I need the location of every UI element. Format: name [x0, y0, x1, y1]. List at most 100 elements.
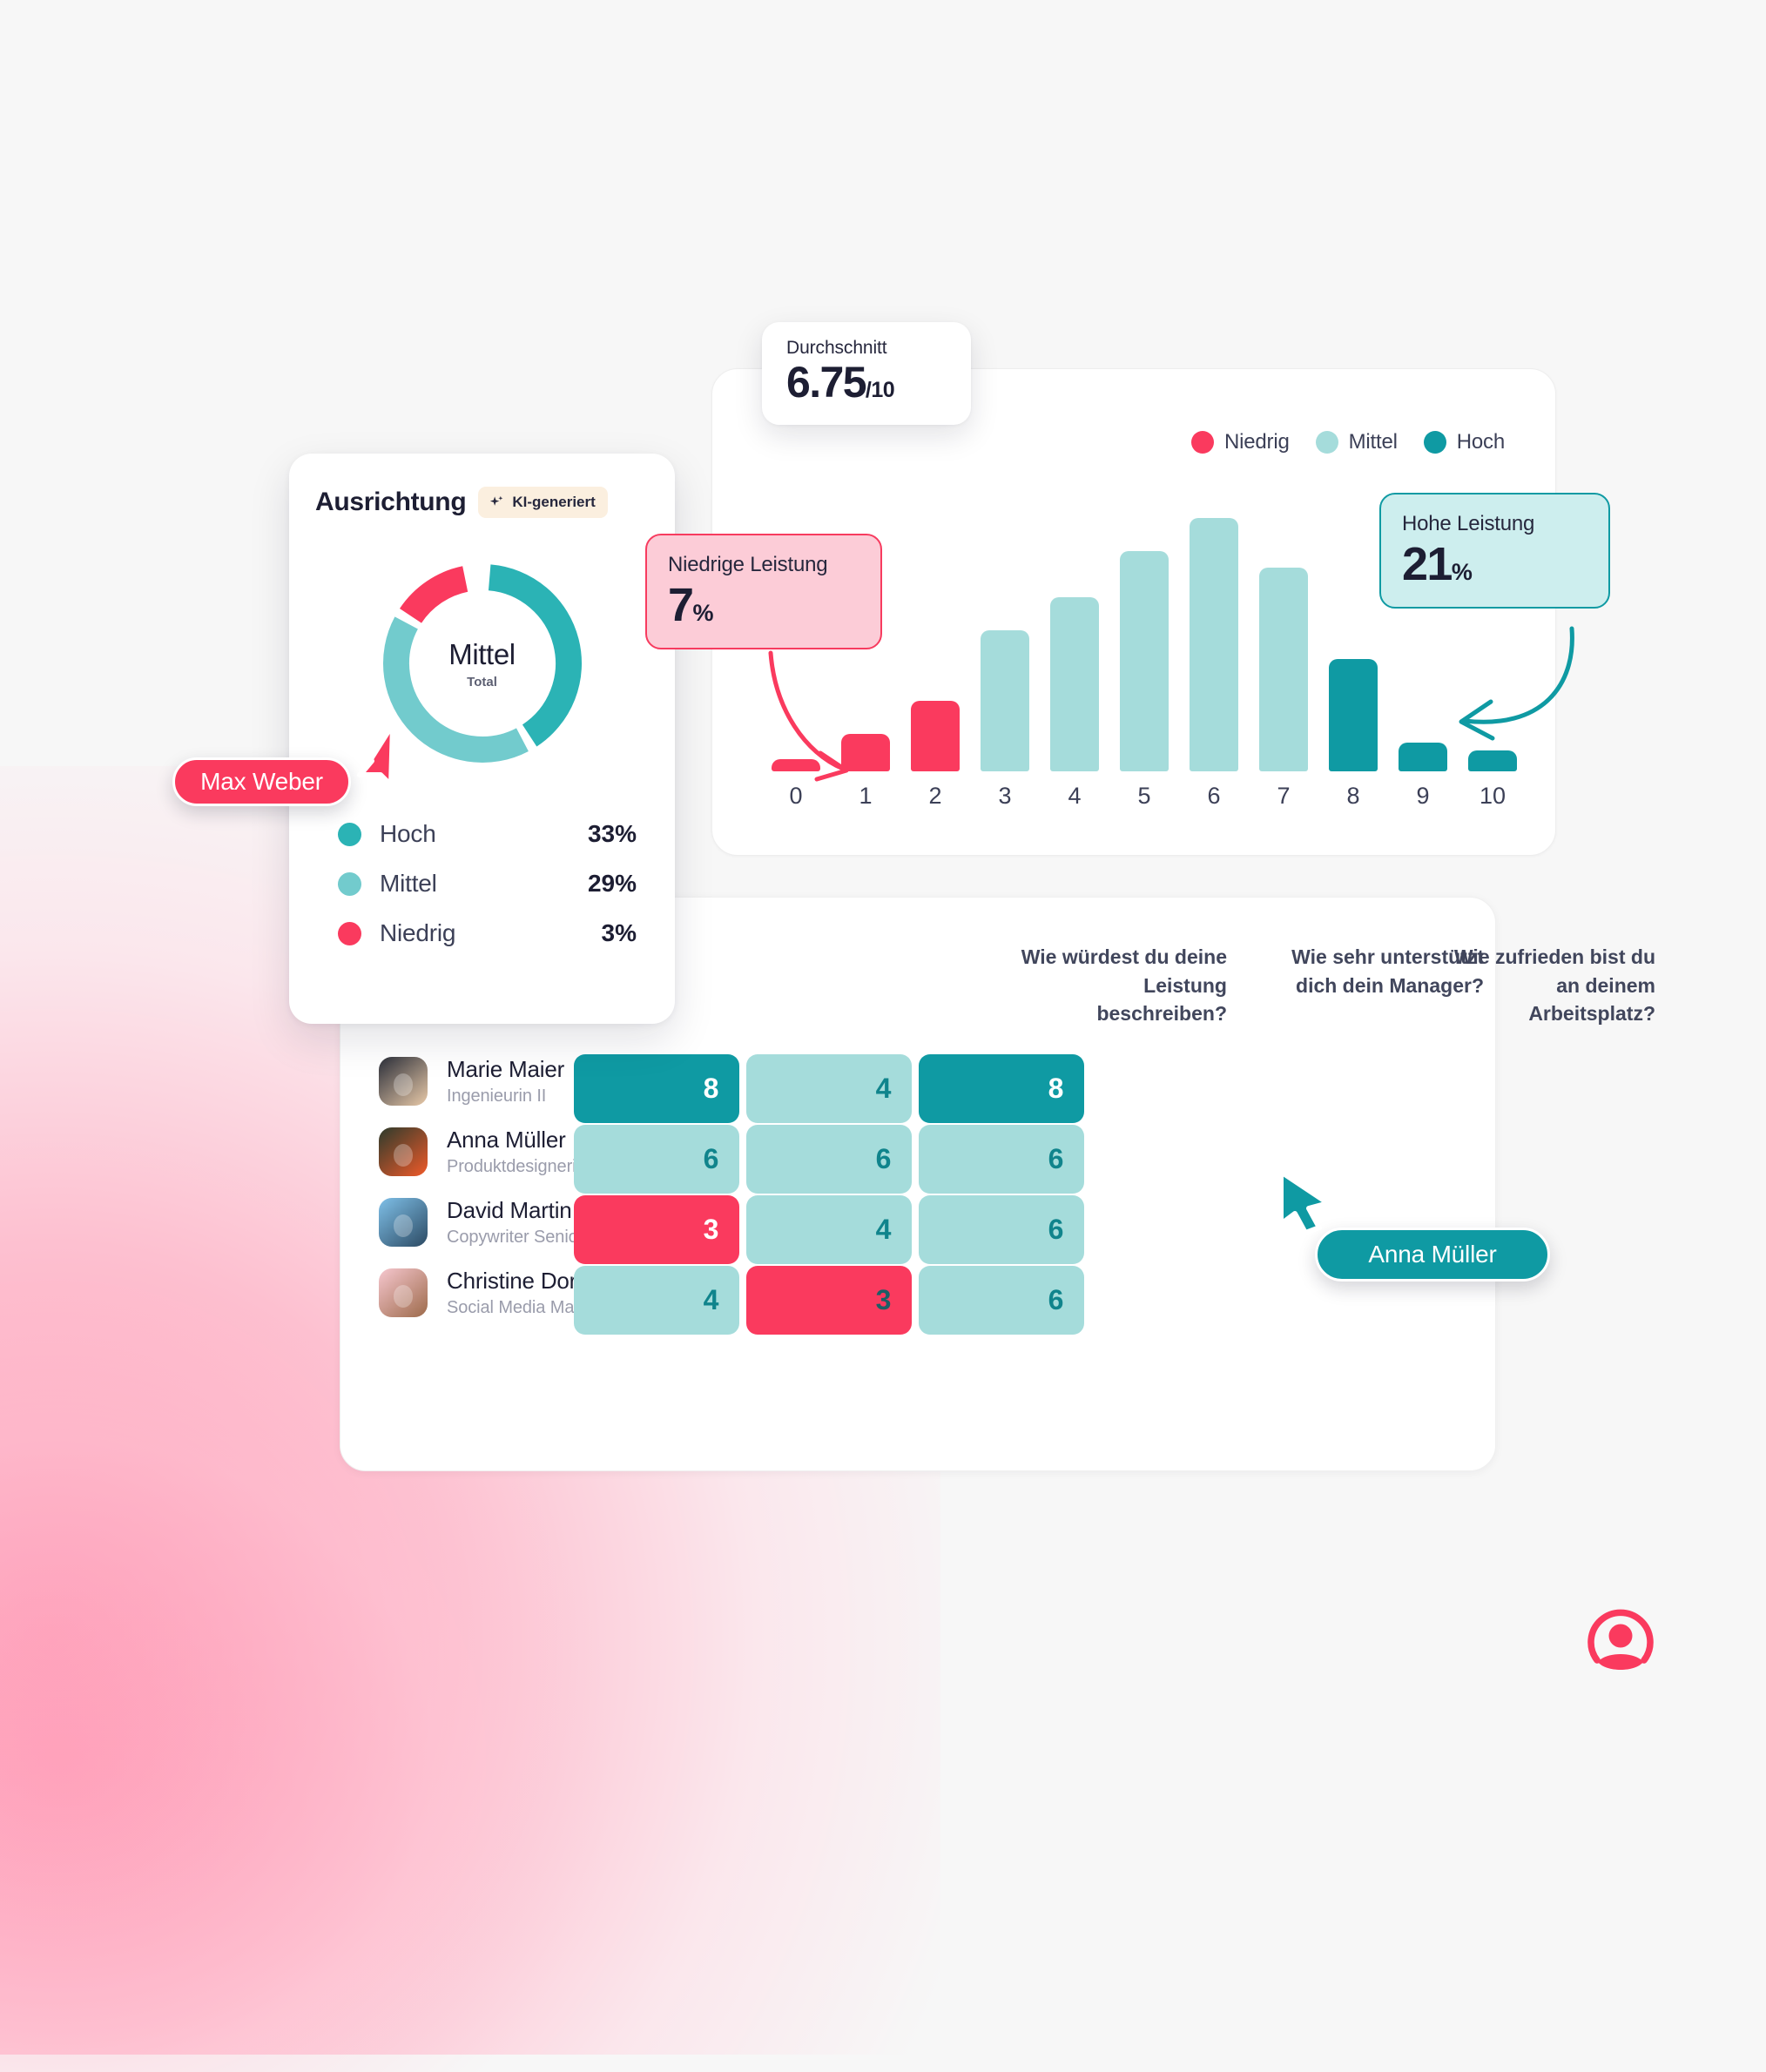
legend-color-dot [338, 822, 361, 846]
avatar [379, 1127, 428, 1176]
ai-generated-badge-label: KI-generiert [512, 494, 596, 510]
legend-value: 29% [587, 870, 637, 897]
score-cell[interactable]: 6 [919, 1125, 1084, 1194]
bar-column [841, 734, 890, 771]
legend-color-dot [1315, 431, 1338, 454]
score-cell[interactable]: 3 [574, 1195, 739, 1264]
bar [1259, 568, 1308, 771]
person-meta: David Martin Copywriter Senior [447, 1197, 583, 1248]
person-name: Anna Müller [447, 1127, 566, 1153]
legend-value: 3% [601, 919, 637, 946]
legend-color-dot [338, 921, 361, 945]
score-cell[interactable]: 3 [746, 1266, 912, 1335]
avatar [379, 1198, 428, 1247]
x-axis-tick-label: 1 [859, 782, 873, 809]
x-axis-tick-label: 6 [1207, 782, 1221, 809]
score-cell[interactable]: 4 [746, 1195, 912, 1264]
legend-label: Hoch [1456, 430, 1505, 454]
sparkle-icon [489, 494, 505, 511]
low-performance-callout-value: 7% [668, 581, 858, 630]
avatar [379, 1268, 428, 1317]
person-name: David Martin [447, 1197, 572, 1223]
bar [1329, 659, 1378, 771]
legend-label: Mittel [380, 870, 437, 897]
average-score-unit: /10 [865, 378, 895, 402]
legend-label: Hoch [380, 820, 436, 847]
bar [772, 758, 820, 771]
bar [1190, 518, 1238, 771]
legend-item[interactable]: Hoch [1423, 430, 1505, 454]
avatar [379, 1057, 428, 1106]
high-performance-percent-sign: % [1451, 559, 1473, 585]
bar-chart-legend: Niedrig Mittel Hoch [1190, 430, 1505, 454]
legend-value: 33% [587, 820, 637, 847]
bar-column [772, 758, 820, 771]
x-axis-tick-label: 9 [1416, 782, 1430, 809]
person-role: Produktdesignerin [447, 1157, 586, 1176]
score-cell[interactable]: 6 [574, 1125, 739, 1194]
bar-column [1120, 551, 1169, 771]
score-cell[interactable]: 6 [919, 1195, 1084, 1264]
legend-item[interactable]: Mittel [1315, 430, 1398, 454]
x-axis-tick-label: 8 [1346, 782, 1360, 809]
bar [911, 700, 960, 771]
x-axis-tick-label: 2 [928, 782, 942, 809]
bar-column [1399, 742, 1447, 771]
low-performance-percent-sign: % [692, 600, 714, 626]
mouse-cursor-teal-icon [1278, 1169, 1331, 1235]
low-performance-callout-title: Niedrige Leistung [668, 553, 828, 576]
donut-center-sublabel: Total [467, 674, 497, 690]
person-role: Ingenieurin II [447, 1086, 547, 1106]
low-performance-number: 7 [668, 579, 694, 631]
legend-color-dot [1423, 431, 1446, 454]
column-header-workplace-satisfaction: Wie zufrieden bist du an deinem Arbeitsp… [1453, 945, 1655, 1026]
high-performance-callout-value: 21% [1402, 540, 1586, 589]
average-score-card: Durchschnitt 6.75/10 [762, 322, 971, 425]
low-performance-callout: Niedrige Leistung 7% [645, 534, 882, 649]
x-axis-tick-label: 3 [998, 782, 1012, 809]
donut-legend-item[interactable]: Niedrig 3% [338, 914, 637, 952]
donut-center-value: Mittel [448, 637, 516, 670]
score-cell[interactable]: 6 [919, 1266, 1084, 1335]
donut-legend-item[interactable]: Mittel 29% [338, 864, 637, 903]
legend-item[interactable]: Niedrig [1190, 430, 1290, 454]
bar [1399, 742, 1447, 771]
legend-label: Niedrig [380, 919, 456, 946]
donut-legend: Hoch 33% Mittel 29% Niedrig 3% [289, 815, 675, 952]
score-cell[interactable]: 8 [574, 1054, 739, 1123]
legend-label: Mittel [1348, 430, 1398, 454]
x-axis-ticks: 0 1 2 3 4 5 6 7 8 9 10 [772, 778, 1517, 813]
average-score-value: 6.75/10 [786, 360, 971, 405]
score-cell[interactable]: 6 [746, 1125, 912, 1194]
high-performance-callout: Hohe Leistung 21% [1379, 493, 1610, 609]
mouse-cursor-red-icon [357, 722, 395, 788]
ai-generated-badge: KI-generiert [478, 487, 608, 518]
average-score-number: 6.75 [786, 358, 867, 407]
bar-column [1468, 750, 1517, 771]
donut-legend-item[interactable]: Hoch 33% [338, 815, 637, 853]
page-title: Ausrichtung [315, 488, 467, 516]
legend-label: Niedrig [1223, 430, 1290, 454]
legend-color-dot [1190, 431, 1214, 454]
high-performance-callout-title: Hohe Leistung [1402, 512, 1535, 535]
score-cell[interactable]: 4 [574, 1266, 739, 1335]
score-cell[interactable]: 4 [746, 1054, 912, 1123]
bar-column [1050, 596, 1099, 771]
person-meta: Marie Maier Ingenieurin II [447, 1056, 564, 1107]
column-header-performance: Wie würdest du deine Leistung beschreibe… [1021, 945, 1227, 1026]
bar-column [981, 629, 1029, 771]
person-name: Marie Maier [447, 1056, 565, 1082]
person-role: Copywriter Senior [447, 1228, 584, 1247]
x-axis-tick-label: 0 [789, 782, 803, 809]
bar-column [1259, 568, 1308, 771]
bar [981, 629, 1029, 771]
bar-column [911, 700, 960, 771]
alignment-card: Ausrichtung KI-generiert Mittel Total Ho… [289, 454, 675, 1024]
score-cell[interactable]: 8 [919, 1054, 1084, 1123]
x-axis-tick-label: 7 [1277, 782, 1291, 809]
bar [1468, 750, 1517, 771]
bar [1050, 596, 1099, 771]
cursor-label-anna-mueller: Anna Müller [1315, 1228, 1550, 1282]
bar [841, 734, 890, 771]
x-axis-tick-label: 5 [1137, 782, 1151, 809]
